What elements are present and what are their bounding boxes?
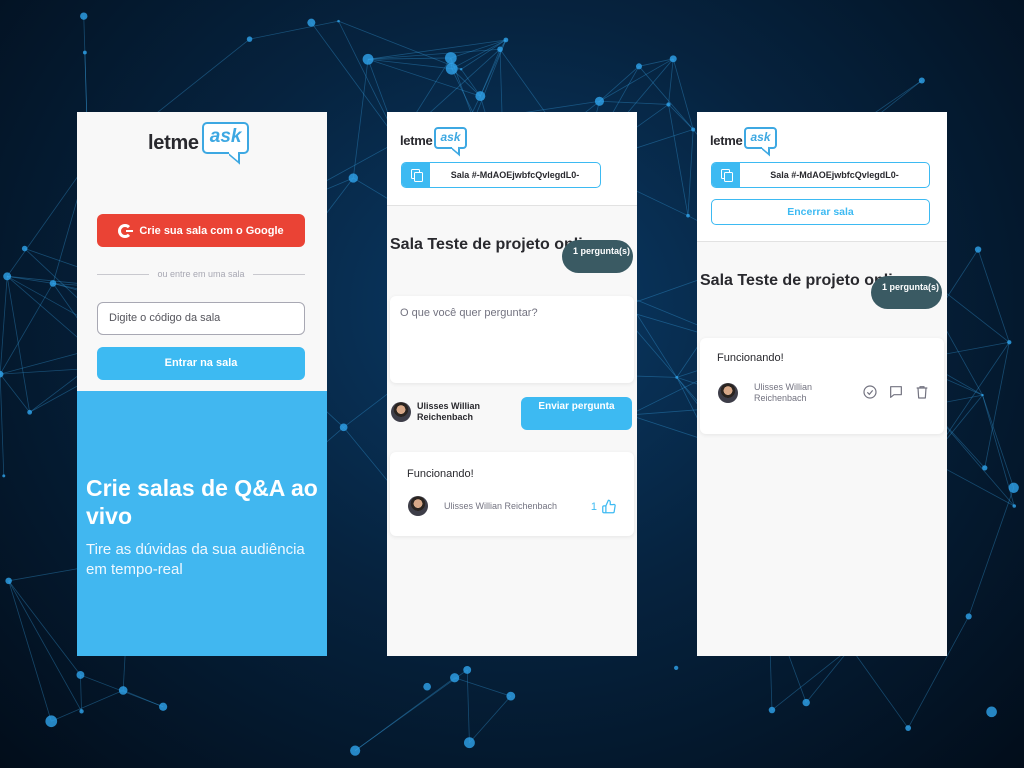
letmeask-logo: letme ask — [710, 127, 777, 149]
enter-room-button[interactable]: Entrar na sala — [97, 347, 305, 380]
answer-bubble-icon[interactable] — [888, 384, 904, 400]
like-count: 1 — [590, 500, 597, 513]
home-screen: letme ask Crie sua sala com o Google ou … — [77, 112, 327, 656]
hero-subtitle: Tire as dúvidas da sua audiência em temp… — [86, 541, 305, 578]
room-code-input[interactable]: Digite o código da sala — [97, 302, 305, 335]
room-code-button[interactable]: Sala #-MdAOEjwbfcQvlegdL0- — [711, 162, 930, 188]
logo-bubble: ask — [201, 122, 250, 154]
logo-word: letme — [710, 133, 743, 148]
question-footer: Ulisses Willian Reichenbach — [718, 382, 824, 404]
question-actions — [852, 384, 930, 400]
question-card: Funcionando! Ulisses Willian Reichenbach… — [390, 452, 634, 536]
close-room-button[interactable]: Encerrar sala — [711, 199, 930, 225]
letmeask-logo: letme ask — [400, 127, 467, 149]
user-name: Ulisses Willian Reichenbach — [417, 401, 480, 422]
logo-bubble: ask — [744, 127, 777, 149]
question-content: Funcionando! — [407, 468, 474, 480]
trash-icon[interactable] — [914, 384, 930, 400]
question-content: Funcionando! — [717, 352, 784, 364]
room-code-label: Sala #-MdAOEjwbfcQvlegdL0- — [450, 170, 580, 180]
room-code-label: Sala #-MdAOEjwbfcQvlegdL0- — [770, 170, 899, 180]
room-code-button[interactable]: Sala #-MdAOEjwbfcQvlegdL0- — [401, 162, 601, 188]
room-header: letme ask Sala #-MdAOEjwbfcQvlegdL0- Enc… — [697, 112, 947, 242]
send-question-button[interactable]: Enviar pergunta — [521, 397, 632, 430]
check-circle-icon[interactable] — [862, 384, 878, 400]
question-textarea[interactable]: O que você quer perguntar? — [390, 296, 634, 383]
google-icon — [118, 223, 134, 238]
create-room-google-label: Crie sua sala com o Google — [139, 224, 284, 237]
question-author: Ulisses Willian Reichenbach — [754, 382, 813, 403]
letmeask-logo: letme ask — [148, 122, 250, 155]
question-card: Funcionando! Ulisses Willian Reichenbach — [700, 338, 944, 434]
admin-room-screen: letme ask Sala #-MdAOEjwbfcQvlegdL0- Enc… — [697, 112, 947, 656]
copy-icon — [712, 163, 740, 187]
thumbs-up-icon — [602, 499, 616, 514]
separator: ou entre em uma sala — [97, 269, 306, 279]
avatar — [718, 383, 738, 403]
user-info: Ulisses Willian Reichenbach — [391, 401, 507, 423]
separator-text: ou entre em uma sala — [157, 269, 245, 279]
logo-bubble: ask — [434, 127, 467, 149]
logo-word: letme — [148, 132, 199, 154]
avatar — [391, 402, 411, 422]
logo-word: letme — [400, 133, 433, 148]
avatar — [408, 496, 428, 516]
like-button[interactable]: 1 — [591, 499, 617, 514]
question-count-badge: 1 pergunta(s) — [871, 276, 942, 309]
question-footer: Ulisses Willian Reichenbach — [408, 496, 557, 516]
question-count-badge: 1 pergunta(s) — [562, 240, 633, 273]
hero-title: Crie salas de Q&A ao vivo — [86, 475, 318, 529]
copy-icon — [402, 163, 430, 187]
question-author: Ulisses Willian Reichenbach — [444, 500, 558, 511]
hero-section: Crie salas de Q&A ao vivo Tire as dúvida… — [77, 391, 327, 656]
room-header: letme ask Sala #-MdAOEjwbfcQvlegdL0- — [387, 112, 637, 206]
room-screen: letme ask Sala #-MdAOEjwbfcQvlegdL0- Sal… — [387, 112, 637, 656]
create-room-google-button[interactable]: Crie sua sala com o Google — [97, 214, 305, 247]
